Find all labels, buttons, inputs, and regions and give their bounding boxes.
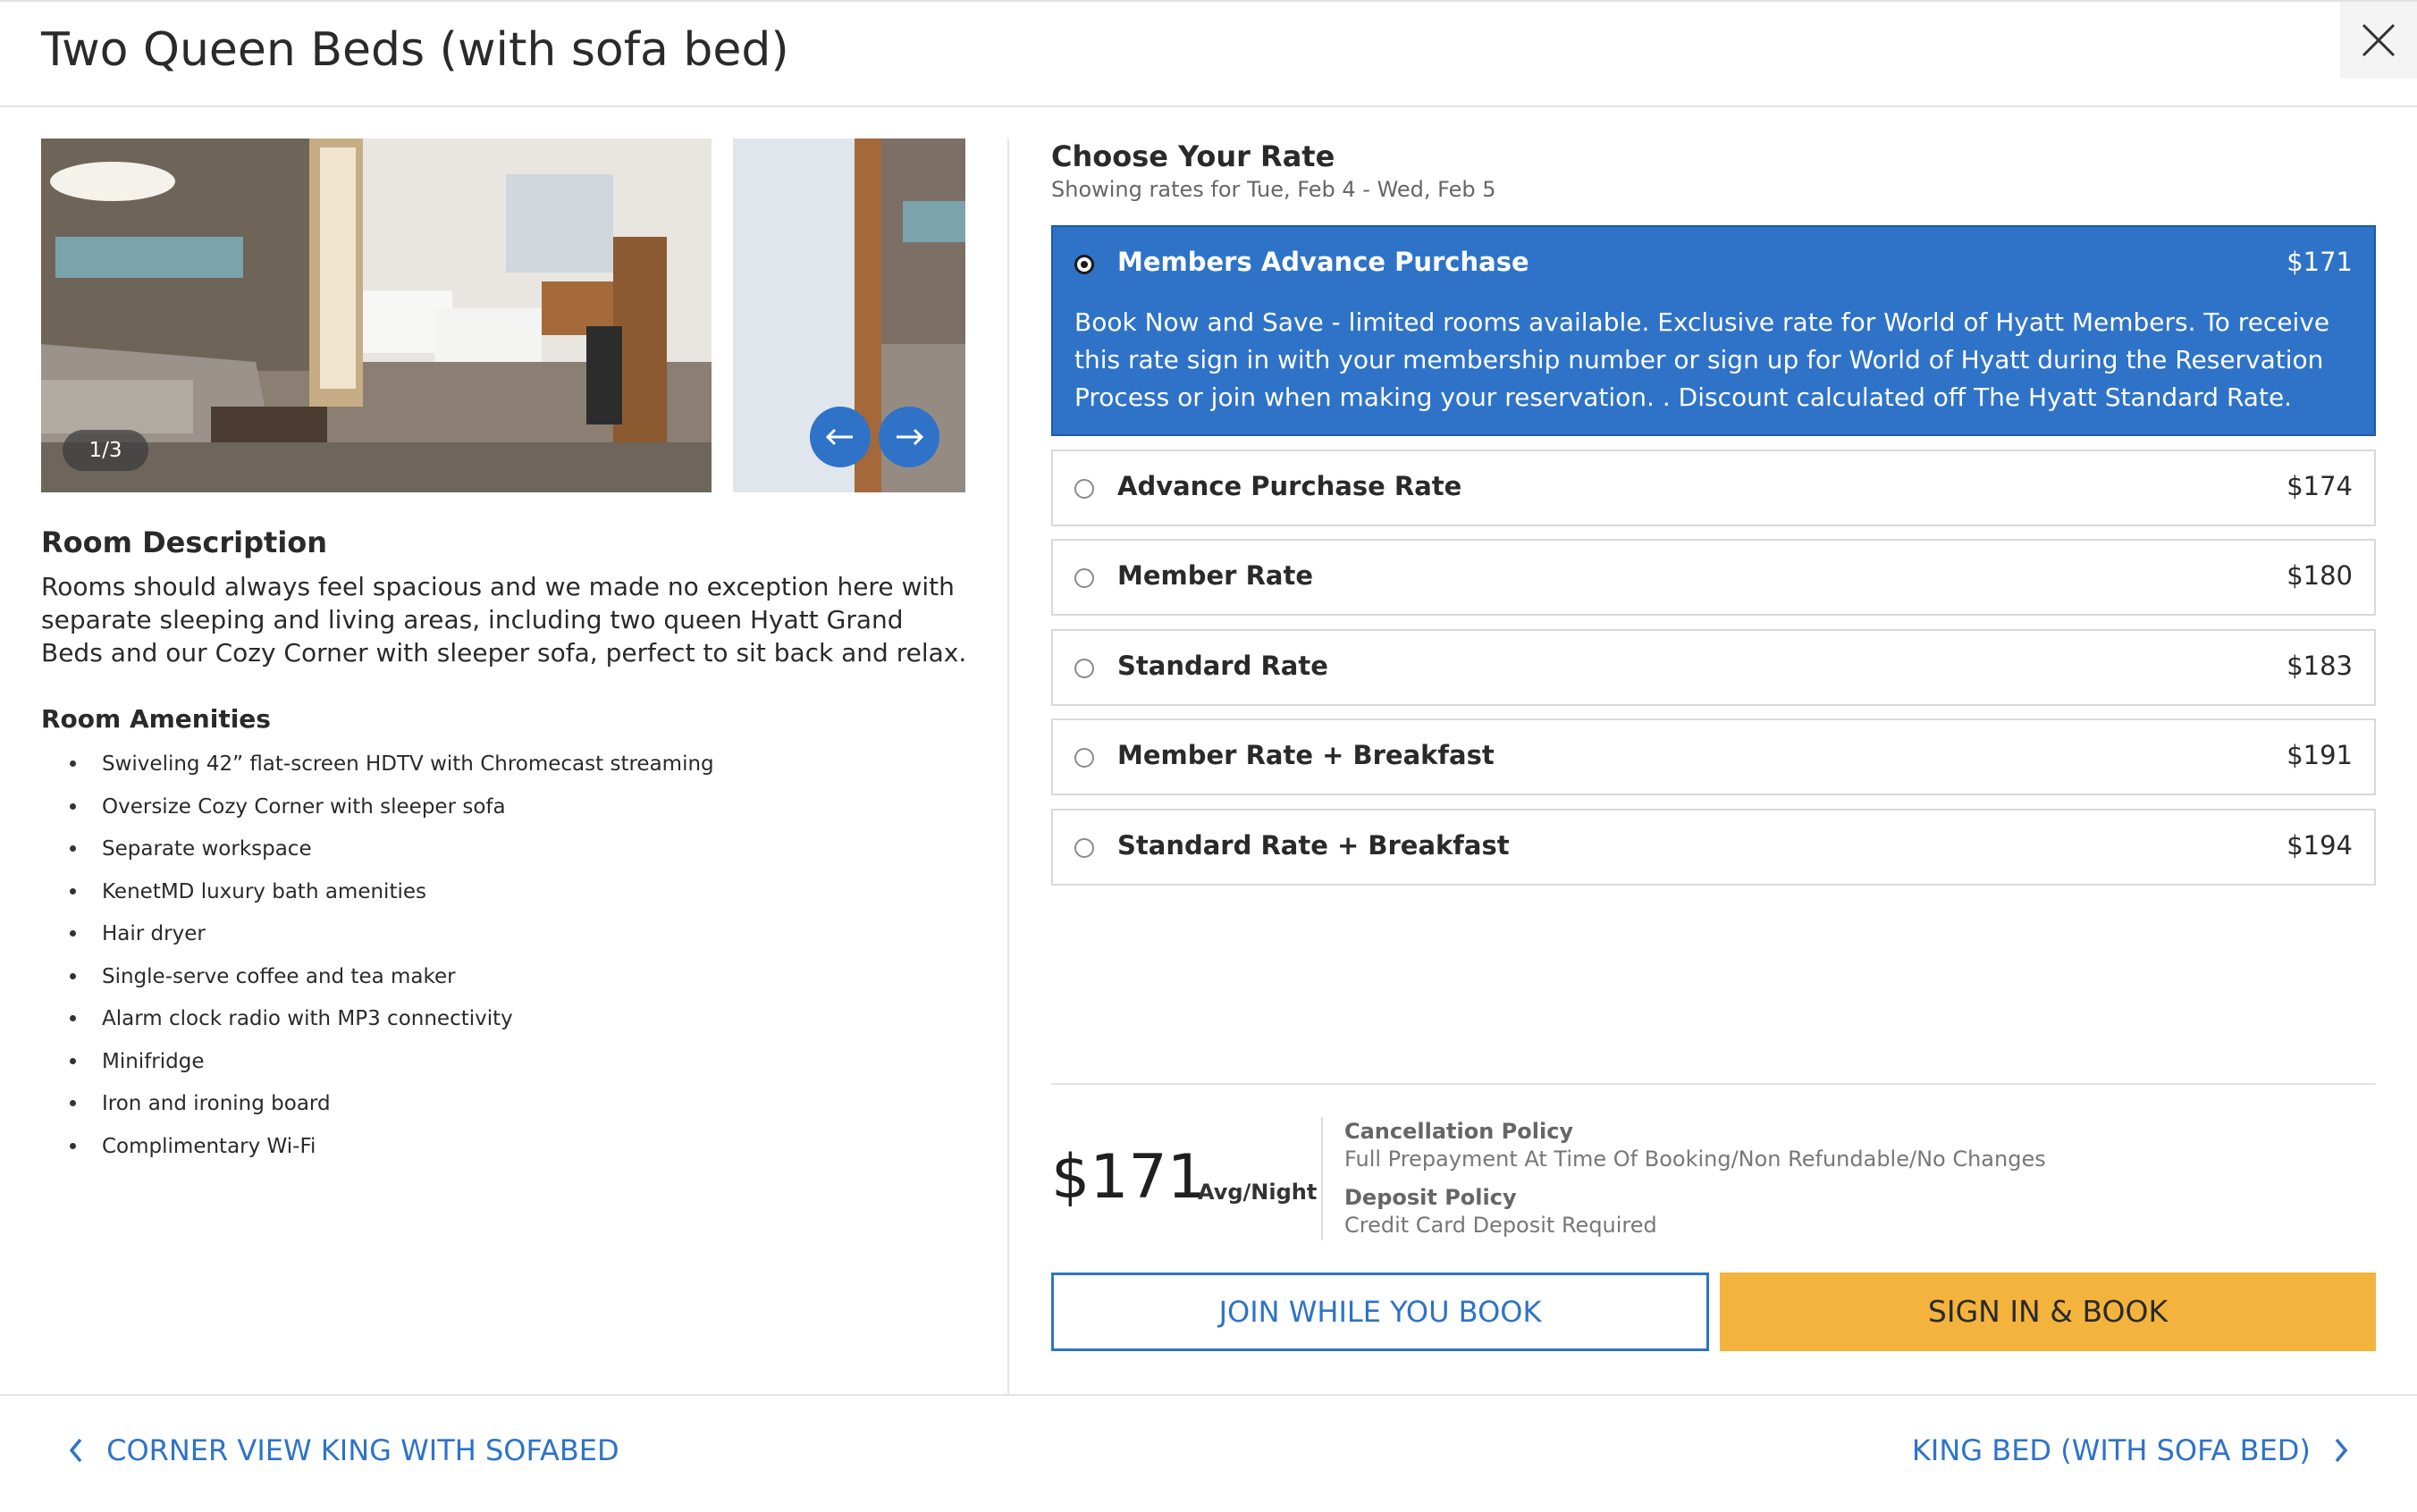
cancellation-policy-value: Full Prepayment At Time Of Booking/Non R…: [1344, 1147, 2046, 1172]
next-room-link[interactable]: KING BED (WITH SOFA BED): [1912, 1428, 2353, 1473]
amenity-item: Separate workspace: [41, 830, 714, 873]
bullet-icon: [70, 1142, 76, 1149]
rate-name: Advance Purchase Rate: [1117, 471, 1462, 501]
room-photo: 1/3: [41, 139, 712, 492]
rate-option-standard-rate-breakfast[interactable]: Standard Rate + Breakfast $194: [1051, 809, 2376, 886]
amenity-text: Iron and ironing board: [102, 1092, 331, 1115]
total-price: $171: [1051, 1142, 1207, 1213]
amenities-list: Swiveling 42” flat-screen HDTV with Chro…: [41, 745, 714, 1170]
rate-dates: Showing rates for Tue, Feb 4 - Wed, Feb …: [1051, 177, 1496, 202]
rate-option-members-advance-purchase[interactable]: Members Advance Purchase $171 Book Now a…: [1051, 225, 2376, 436]
chevron-right-icon: [2335, 1438, 2348, 1463]
amenity-text: Swiveling 42” flat-screen HDTV with Chro…: [102, 752, 714, 776]
rate-price: $183: [2286, 651, 2353, 681]
amenity-text: Hair dryer: [102, 922, 206, 945]
chevron-left-icon: [69, 1438, 82, 1463]
previous-photo-button[interactable]: [810, 407, 871, 467]
rate-price: $171: [2286, 247, 2353, 277]
per-night-label: Avg/Night: [1198, 1180, 1318, 1205]
photo-counter: 1/3: [63, 430, 148, 471]
rate-name: Standard Rate + Breakfast: [1117, 830, 1510, 861]
amenity-text: Complimentary Wi-Fi: [102, 1134, 316, 1158]
deposit-policy-value: Credit Card Deposit Required: [1344, 1213, 1657, 1238]
sign-in-and-book-button[interactable]: SIGN IN & BOOK: [1720, 1273, 2376, 1351]
choose-rate-heading: Choose Your Rate: [1051, 139, 1335, 173]
bullet-icon: [70, 802, 76, 810]
room-amenities-heading: Room Amenities: [41, 704, 271, 734]
rate-price: $180: [2286, 560, 2353, 591]
amenity-text: Separate workspace: [102, 837, 312, 861]
close-button[interactable]: [2340, 2, 2417, 79]
rate-price: $191: [2286, 740, 2353, 770]
amenity-item: Single-serve coffee and tea maker: [41, 958, 714, 1001]
cancellation-policy-label: Cancellation Policy: [1344, 1119, 1574, 1144]
room-description-heading: Room Description: [41, 525, 328, 559]
bullet-icon: [70, 887, 76, 895]
amenity-text: KenetMD luxury bath amenities: [102, 879, 426, 903]
rate-option-member-rate-breakfast[interactable]: Member Rate + Breakfast $191: [1051, 718, 2376, 795]
rate-name: Member Rate: [1117, 560, 1314, 591]
room-description: Rooms should always feel spacious and we…: [41, 572, 967, 668]
rate-radio[interactable]: [1074, 568, 1094, 588]
rate-radio[interactable]: [1074, 748, 1094, 768]
bullet-icon: [70, 760, 76, 767]
rate-name: Member Rate + Breakfast: [1117, 740, 1495, 770]
rate-price: $174: [2286, 471, 2353, 501]
amenity-text: Single-serve coffee and tea maker: [102, 964, 456, 988]
previous-room-link[interactable]: CORNER VIEW KING WITH SOFABED: [64, 1428, 619, 1473]
modal-header: Two Queen Beds (with sofa bed): [0, 2, 2417, 107]
bullet-icon: [70, 1057, 76, 1064]
amenity-item: KenetMD luxury bath amenities: [41, 873, 714, 916]
rate-radio[interactable]: [1074, 659, 1094, 678]
amenity-item: Iron and ironing board: [41, 1085, 714, 1128]
policy-divider: [1321, 1117, 1323, 1240]
rate-description: Book Now and Save - limited rooms availa…: [1074, 307, 2330, 412]
rate-name: Members Advance Purchase: [1117, 247, 1529, 277]
rate-radio[interactable]: [1074, 255, 1094, 274]
rate-price: $194: [2286, 830, 2353, 861]
amenity-text: Alarm clock radio with MP3 connectivity: [102, 1007, 513, 1030]
rate-option-member-rate[interactable]: Member Rate $180: [1051, 539, 2376, 616]
rate-option-advance-purchase[interactable]: Advance Purchase Rate $174: [1051, 449, 2376, 526]
amenity-item: Alarm clock radio with MP3 connectivity: [41, 1000, 714, 1043]
bullet-icon: [70, 930, 76, 937]
amenity-text: Minifridge: [102, 1049, 205, 1073]
close-icon: [2362, 23, 2396, 57]
deposit-policy-label: Deposit Policy: [1344, 1185, 1517, 1210]
amenity-item: Minifridge: [41, 1043, 714, 1086]
amenity-item: Oversize Cozy Corner with sleeper sofa: [41, 788, 714, 831]
next-room-label: KING BED (WITH SOFA BED): [1911, 1433, 2311, 1467]
summary-divider: [1051, 1083, 2376, 1085]
rate-option-standard-rate[interactable]: Standard Rate $183: [1051, 629, 2376, 706]
room-title: Two Queen Beds (with sofa bed): [41, 23, 789, 77]
rate-radio[interactable]: [1074, 838, 1094, 858]
previous-room-label: CORNER VIEW KING WITH SOFABED: [106, 1433, 619, 1467]
photo-gallery: 1/3: [41, 139, 965, 492]
amenity-item: Swiveling 42” flat-screen HDTV with Chro…: [41, 745, 714, 788]
column-divider: [1007, 139, 1009, 1394]
arrow-right-icon: [897, 428, 924, 446]
bullet-icon: [70, 972, 76, 979]
bullet-icon: [70, 845, 76, 852]
rate-radio[interactable]: [1074, 479, 1094, 499]
next-photo-button[interactable]: [879, 407, 939, 467]
bullet-icon: [70, 1100, 76, 1106]
rate-name: Standard Rate: [1117, 651, 1328, 681]
join-while-you-book-button[interactable]: JOIN WHILE YOU BOOK: [1051, 1273, 1709, 1351]
amenity-text: Oversize Cozy Corner with sleeper sofa: [102, 794, 506, 819]
arrow-left-icon: [825, 428, 853, 446]
bullet-icon: [70, 1015, 76, 1021]
amenity-item: Hair dryer: [41, 915, 714, 958]
room-navigation-footer: CORNER VIEW KING WITH SOFABED KING BED (…: [0, 1394, 2417, 1512]
amenity-item: Complimentary Wi-Fi: [41, 1128, 714, 1171]
